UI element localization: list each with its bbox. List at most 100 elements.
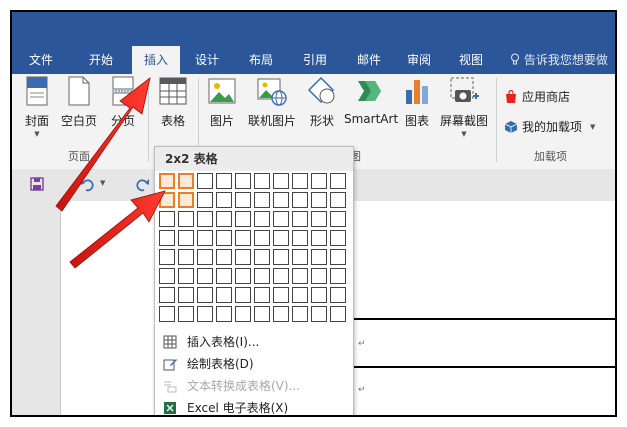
- table-grid-cell[interactable]: [311, 287, 327, 303]
- table-grid-cell[interactable]: [254, 268, 270, 284]
- table-grid-cell[interactable]: [159, 287, 175, 303]
- excel-spreadsheet-item[interactable]: Excel 电子表格(X): [155, 397, 353, 415]
- text-to-table-item[interactable]: 文本转换成表格(V)...: [155, 375, 353, 397]
- table-grid-cell[interactable]: [273, 268, 289, 284]
- table-grid-cell[interactable]: [273, 192, 289, 208]
- table-grid-cell[interactable]: [216, 173, 232, 189]
- table-grid-cell[interactable]: [311, 173, 327, 189]
- table-grid-cell[interactable]: [159, 230, 175, 246]
- table-grid-cell[interactable]: [197, 306, 213, 322]
- cover-button[interactable]: 封面 ▼: [20, 76, 54, 138]
- table-grid-cell[interactable]: [216, 249, 232, 265]
- table-grid-cell[interactable]: [178, 173, 194, 189]
- table-grid-cell[interactable]: [197, 173, 213, 189]
- table-grid-cell[interactable]: [311, 306, 327, 322]
- table-grid-cell[interactable]: [254, 211, 270, 227]
- table-grid-cell[interactable]: [159, 268, 175, 284]
- table-grid-cell[interactable]: [235, 211, 251, 227]
- picture-button[interactable]: 图片: [206, 76, 238, 129]
- table-grid-cell[interactable]: [311, 249, 327, 265]
- smartart-button[interactable]: SmartArt: [344, 76, 398, 126]
- table-grid-cell[interactable]: [330, 287, 346, 303]
- table-grid-cell[interactable]: [178, 211, 194, 227]
- table-grid-cell[interactable]: [273, 211, 289, 227]
- table-grid-cell[interactable]: [254, 173, 270, 189]
- table-grid-cell[interactable]: [330, 230, 346, 246]
- table-grid-cell[interactable]: [235, 306, 251, 322]
- tab-references[interactable]: 引用: [292, 46, 338, 74]
- table-grid-cell[interactable]: [159, 211, 175, 227]
- table-grid-cell[interactable]: [197, 211, 213, 227]
- tab-design[interactable]: 设计: [184, 46, 230, 74]
- table-grid-cell[interactable]: [235, 192, 251, 208]
- table-button[interactable]: 表格: [154, 76, 192, 129]
- table-grid-cell[interactable]: [292, 249, 308, 265]
- table-grid-cell[interactable]: [330, 173, 346, 189]
- draw-table-item[interactable]: 绘制表格(D): [155, 353, 353, 375]
- store-button[interactable]: 应用商店: [504, 88, 570, 105]
- tell-me-box[interactable]: 告诉我您想要做: [510, 46, 608, 74]
- table-grid-cell[interactable]: [311, 211, 327, 227]
- table-grid-cell[interactable]: [254, 192, 270, 208]
- shapes-button[interactable]: 形状: [304, 76, 340, 129]
- my-addins-button[interactable]: 我的加载项 ▼: [504, 118, 595, 135]
- table-grid-cell[interactable]: [273, 287, 289, 303]
- table-grid-cell[interactable]: [235, 268, 251, 284]
- tab-home[interactable]: 开始: [78, 46, 124, 74]
- table-grid-cell[interactable]: [273, 173, 289, 189]
- blank-page-button[interactable]: 空白页: [60, 76, 98, 129]
- tab-insert[interactable]: 插入: [132, 46, 180, 74]
- table-grid-cell[interactable]: [216, 211, 232, 227]
- table-grid-cell[interactable]: [235, 230, 251, 246]
- table-grid-cell[interactable]: [330, 192, 346, 208]
- table-grid-cell[interactable]: [216, 268, 232, 284]
- table-grid-cell[interactable]: [330, 306, 346, 322]
- table-grid-cell[interactable]: [235, 249, 251, 265]
- table-grid-cell[interactable]: [178, 306, 194, 322]
- table-grid-cell[interactable]: [292, 230, 308, 246]
- table-grid-cell[interactable]: [178, 268, 194, 284]
- table-grid-cell[interactable]: [178, 230, 194, 246]
- table-grid-cell[interactable]: [216, 230, 232, 246]
- table-grid-cell[interactable]: [273, 249, 289, 265]
- table-grid-cell[interactable]: [159, 249, 175, 265]
- table-grid-cell[interactable]: [197, 230, 213, 246]
- tab-mailings[interactable]: 邮件: [346, 46, 392, 74]
- save-icon[interactable]: [30, 177, 44, 191]
- table-grid-cell[interactable]: [254, 230, 270, 246]
- chart-button[interactable]: 图表: [400, 76, 434, 129]
- table-grid-cell[interactable]: [254, 287, 270, 303]
- tab-file[interactable]: 文件: [18, 46, 64, 74]
- table-grid-cell[interactable]: [292, 211, 308, 227]
- table-grid-cell[interactable]: [311, 192, 327, 208]
- screenshot-button[interactable]: 屏幕截图 ▼: [438, 76, 490, 138]
- table-grid-cell[interactable]: [216, 306, 232, 322]
- tab-view[interactable]: 视图: [448, 46, 494, 74]
- redo-icon[interactable]: [134, 176, 150, 192]
- table-grid-cell[interactable]: [311, 230, 327, 246]
- table-grid-cell[interactable]: [197, 192, 213, 208]
- table-grid-cell[interactable]: [197, 249, 213, 265]
- table-grid-cell[interactable]: [292, 287, 308, 303]
- table-grid-cell[interactable]: [159, 306, 175, 322]
- table-grid-cell[interactable]: [197, 268, 213, 284]
- table-grid-cell[interactable]: [273, 306, 289, 322]
- table-grid-cell[interactable]: [330, 268, 346, 284]
- insert-table-item[interactable]: 插入表格(I)...: [155, 331, 353, 353]
- table-grid-cell[interactable]: [216, 287, 232, 303]
- table-grid-cell[interactable]: [178, 249, 194, 265]
- table-grid-cell[interactable]: [178, 192, 194, 208]
- chevron-down-icon[interactable]: ▼: [100, 179, 105, 187]
- page-break-button[interactable]: 分页: [106, 76, 140, 129]
- table-grid-cell[interactable]: [254, 249, 270, 265]
- table-grid-cell[interactable]: [292, 306, 308, 322]
- table-grid-cell[interactable]: [273, 230, 289, 246]
- table-grid-cell[interactable]: [330, 211, 346, 227]
- table-grid-cell[interactable]: [159, 173, 175, 189]
- tab-review[interactable]: 审阅: [396, 46, 442, 74]
- table-grid-cell[interactable]: [292, 192, 308, 208]
- table-grid-cell[interactable]: [330, 249, 346, 265]
- table-grid-cell[interactable]: [292, 268, 308, 284]
- undo-icon[interactable]: [80, 176, 96, 192]
- tab-layout[interactable]: 布局: [238, 46, 284, 74]
